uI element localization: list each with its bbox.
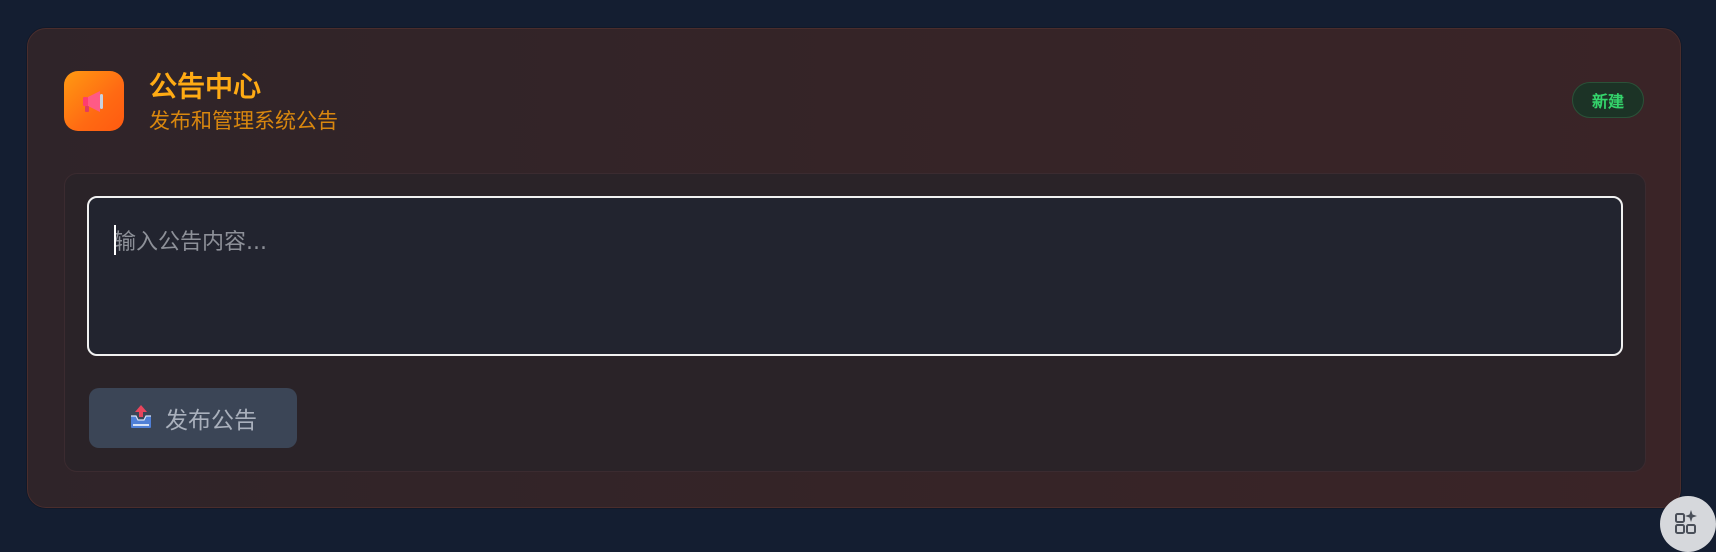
new-badge[interactable]: 新建	[1572, 82, 1644, 118]
text-caret	[114, 225, 116, 255]
announcement-card: 公告中心 发布和管理系统公告 新建 发布公告	[27, 28, 1681, 508]
apps-sparkle-button[interactable]	[1660, 496, 1716, 552]
announcement-input-container	[87, 196, 1623, 356]
publish-button-label: 发布公告	[165, 407, 257, 433]
page-subtitle: 发布和管理系统公告	[149, 109, 338, 133]
page-title: 公告中心	[149, 70, 262, 103]
outbox-tray-icon	[129, 404, 153, 433]
megaphone-icon	[64, 71, 124, 131]
compose-panel: 发布公告	[64, 173, 1646, 472]
apps-sparkle-icon	[1674, 508, 1702, 540]
announcement-input[interactable]	[89, 198, 1621, 354]
publish-button[interactable]: 发布公告	[89, 388, 297, 448]
